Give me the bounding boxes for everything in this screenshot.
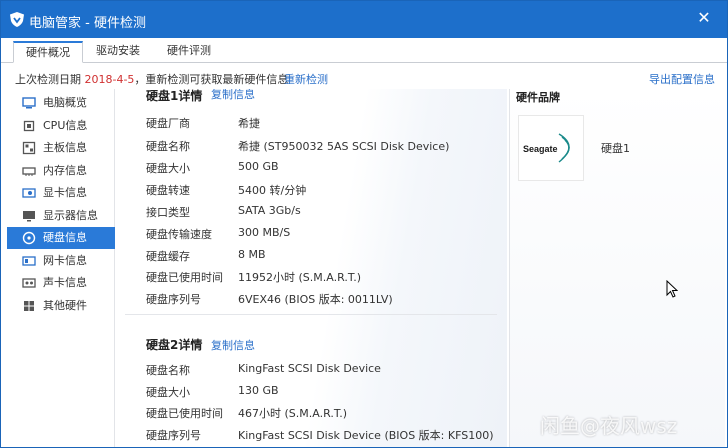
- sidebar-item-label: 主板信息: [43, 141, 87, 154]
- disk1-row-value: 希捷 (ST950032 5AS SCSI Disk Device): [238, 140, 450, 153]
- sidebar-item-other-hardware[interactable]: 其他硬件: [7, 295, 115, 317]
- disk2-row-label: 硬盘名称: [146, 364, 190, 377]
- memory-icon: [22, 167, 36, 176]
- seagate-logo-text: Seagate: [523, 144, 558, 154]
- disk1-row-label: 硬盘传输速度: [146, 228, 212, 241]
- tab-driver-install[interactable]: 驱动安装: [84, 41, 152, 63]
- disk1-row-label: 硬盘转速: [146, 184, 190, 197]
- disk-details-panel[interactable]: 硬盘1详情 复制信息 硬盘厂商 希捷 硬盘名称 希捷 (ST950032 5AS…: [117, 89, 507, 447]
- sidebar-item-computer-overview[interactable]: 电脑概览: [7, 92, 115, 114]
- mouse-cursor-icon: [666, 280, 678, 298]
- disk1-row-value: 11952小时 (S.M.A.R.T.): [238, 271, 362, 284]
- disk2-row-label: 硬盘序列号: [146, 429, 201, 442]
- window-title: 电脑管家 - 硬件检测: [29, 16, 146, 31]
- watermark-text: 闲鱼@夜风wsz: [540, 414, 678, 438]
- disk1-row-value: 500 GB: [238, 160, 279, 173]
- tab-bar: 硬件概况 驱动安装 硬件评测: [1, 38, 727, 63]
- disk1-row-label: 硬盘大小: [146, 162, 190, 175]
- graphics-card-icon: [22, 188, 36, 198]
- brand-title: 硬件品牌: [516, 91, 560, 104]
- disk1-row-value: SATA 3Gb/s: [238, 204, 301, 217]
- disk2-row-label: 硬盘已使用时间: [146, 407, 223, 420]
- network-card-icon: [22, 256, 36, 266]
- disk1-copy-link[interactable]: 复制信息: [211, 89, 255, 102]
- disk2-row-value: KingFast SCSI Disk Device: [238, 362, 381, 375]
- hardware-detection-window: 电脑管家 - 硬件检测 ✕ 硬件概况 驱动安装 硬件评测 上次检测日期 2018…: [0, 0, 728, 448]
- tab-hardware-overview[interactable]: 硬件概况: [13, 41, 83, 63]
- disk1-row-label: 硬盘已使用时间: [146, 271, 223, 284]
- disk1-row-label: 硬盘序列号: [146, 293, 201, 306]
- sidebar-item-hard-disk[interactable]: 硬盘信息: [7, 227, 115, 249]
- disk1-row-value: 6VEX46 (BIOS 版本: 0011LV): [238, 293, 393, 306]
- disk1-row-value: 300 MB/S: [238, 226, 291, 239]
- seagate-logo: Seagate: [518, 115, 584, 181]
- tab-label: 硬件评测: [167, 44, 211, 57]
- monitor-icon: [23, 211, 35, 222]
- hardware-category-sidebar: 电脑概览 CPU信息 主板信息 内存信息 显卡信息 显示器信息 硬盘信息 网卡信…: [5, 89, 115, 447]
- last-check-bar: 上次检测日期 2018-4-5，重新检测可获取最新硬件信息 重新检测 导出配置信…: [1, 64, 727, 88]
- last-check-prefix: 上次检测日期: [15, 73, 81, 86]
- sidebar-item-monitor[interactable]: 显示器信息: [7, 205, 115, 227]
- brand-disk-label: 硬盘1: [601, 142, 630, 155]
- sidebar-item-label: 声卡信息: [43, 276, 87, 289]
- disk2-row-value: KingFast SCSI Disk Device (BIOS 版本: KFS1…: [238, 429, 494, 442]
- disk1-row-value: 5400 转/分钟: [238, 184, 307, 197]
- close-icon: ✕: [697, 8, 711, 27]
- sidebar-item-label: 内存信息: [43, 164, 87, 177]
- close-button[interactable]: ✕: [695, 9, 713, 27]
- last-check-suffix: ，重新检测可获取最新硬件信息: [134, 73, 289, 86]
- tab-label: 硬件概况: [26, 46, 70, 59]
- hardware-brand-panel: 硬件品牌 Seagate 硬盘1: [509, 89, 725, 447]
- disk1-row-label: 接口类型: [146, 206, 190, 219]
- sidebar-item-cpu[interactable]: CPU信息: [7, 115, 115, 137]
- disk2-copy-link[interactable]: 复制信息: [211, 337, 255, 353]
- motherboard-icon: [22, 141, 36, 155]
- disk1-row-label: 硬盘厂商: [146, 117, 190, 130]
- sidebar-item-memory[interactable]: 内存信息: [7, 160, 115, 182]
- sidebar-item-label: 硬盘信息: [43, 231, 87, 244]
- hard-disk-icon: [22, 231, 36, 245]
- sidebar-item-sound-card[interactable]: 声卡信息: [7, 272, 115, 294]
- last-check-text: 上次检测日期 2018-4-5，重新检测可获取最新硬件信息: [15, 71, 288, 87]
- shield-logo-icon: [10, 12, 24, 27]
- sidebar-item-motherboard[interactable]: 主板信息: [7, 137, 115, 159]
- disk1-row-value: 8 MB: [238, 248, 266, 261]
- sidebar-item-label: 显卡信息: [43, 186, 87, 199]
- disk2-row-value: 467小时 (S.M.A.R.T.): [238, 407, 348, 420]
- disk1-row-value: 希捷: [238, 117, 260, 130]
- sidebar-item-network-card[interactable]: 网卡信息: [7, 250, 115, 272]
- seagate-logo-icon: Seagate: [523, 133, 570, 163]
- disk1-row-label: 硬盘缓存: [146, 250, 190, 263]
- tab-hardware-benchmark[interactable]: 硬件评测: [155, 41, 223, 63]
- last-check-date: 2018-4-5: [84, 73, 135, 86]
- sidebar-item-graphics-card[interactable]: 显卡信息: [7, 182, 115, 204]
- disk1-title: 硬盘1详情: [146, 89, 203, 103]
- other-hardware-icon: [24, 301, 34, 311]
- recheck-link[interactable]: 重新检测: [284, 71, 328, 87]
- computer-icon: [22, 97, 36, 109]
- section-divider: [125, 314, 497, 315]
- sidebar-item-label: 网卡信息: [43, 254, 87, 267]
- disk2-title: 硬盘2详情: [146, 338, 203, 352]
- sidebar-item-label: 其他硬件: [43, 299, 87, 312]
- export-config-link[interactable]: 导出配置信息: [649, 71, 715, 87]
- title-bar[interactable]: 电脑管家 - 硬件检测 ✕: [1, 1, 727, 38]
- disk1-row-label: 硬盘名称: [146, 140, 190, 153]
- sidebar-item-label: 电脑概览: [43, 96, 87, 109]
- sidebar-item-label: 显示器信息: [43, 209, 98, 222]
- cpu-icon: [23, 120, 35, 132]
- tab-label: 驱动安装: [96, 44, 140, 57]
- disk2-row-value: 130 GB: [238, 384, 279, 397]
- disk2-row-label: 硬盘大小: [146, 386, 190, 399]
- sound-card-icon: [22, 278, 36, 288]
- sidebar-item-label: CPU信息: [43, 119, 88, 132]
